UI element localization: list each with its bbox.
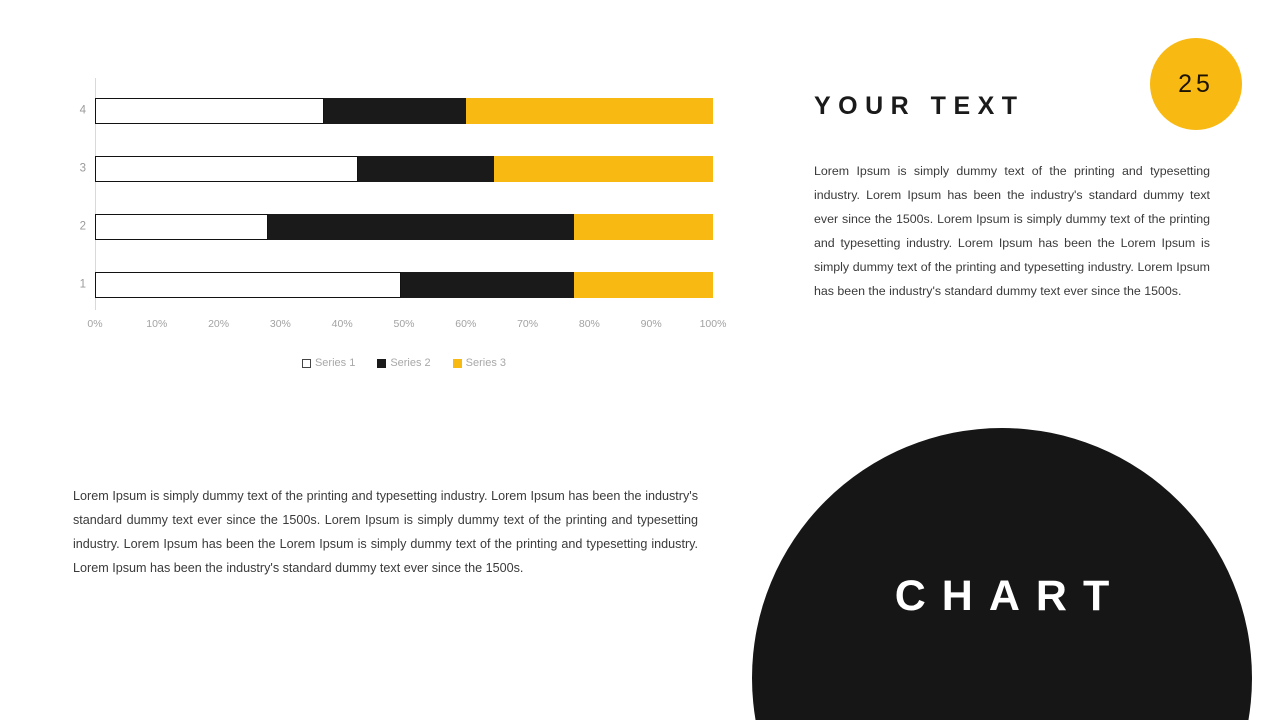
legend-item-series-3[interactable]: Series 3 xyxy=(452,357,507,369)
y-tick-label: 2 xyxy=(79,220,86,233)
chart-x-axis: 0% 10% 20% 30% 40% 50% 60% 70% 80% 90% 1… xyxy=(87,318,726,336)
x-tick-label: 0% xyxy=(87,318,103,330)
chart-circle-label: CHART xyxy=(894,572,1126,620)
bar-segment-series-1[interactable] xyxy=(95,272,401,298)
legend-swatch-icon xyxy=(377,358,387,368)
x-tick-label: 100% xyxy=(699,318,727,330)
slide-canvas: 4 3 2 1 0% 10% 20% 30% 40% 50% 60% 70% 8… xyxy=(0,0,1280,720)
legend-label: Series 2 xyxy=(390,357,431,369)
x-tick-label: 60% xyxy=(455,318,477,330)
page-title: YOUR TEXT xyxy=(814,92,1025,120)
bar-segment-series-2[interactable] xyxy=(357,156,494,182)
x-tick-label: 70% xyxy=(517,318,539,330)
x-tick-label: 20% xyxy=(208,318,230,330)
legend-item-series-1[interactable]: Series 1 xyxy=(301,357,356,369)
x-tick-label: 30% xyxy=(269,318,291,330)
page-number-value: 25 xyxy=(1178,69,1214,98)
bar-segment-series-1[interactable] xyxy=(95,214,269,240)
legend-swatch-icon xyxy=(301,358,311,368)
x-tick-label: 90% xyxy=(640,318,662,330)
right-body-paragraph: Lorem Ipsum is simply dummy text of the … xyxy=(814,164,1210,298)
bar-segment-series-1[interactable] xyxy=(95,156,358,182)
legend-item-series-2[interactable]: Series 2 xyxy=(377,357,431,369)
legend-label: Series 3 xyxy=(465,357,507,369)
table-row: 4 xyxy=(80,98,713,124)
bar-segment-series-3[interactable] xyxy=(573,272,713,298)
page-number-badge: 25 xyxy=(1150,38,1242,130)
bar-segment-series-2[interactable] xyxy=(323,98,466,124)
bar-segment-series-3[interactable] xyxy=(573,214,713,240)
chart-container: 4 3 2 1 0% 10% 20% 30% 40% 50% 60% 70% 8… xyxy=(64,78,754,388)
y-tick-label: 1 xyxy=(79,278,86,291)
legend-label: Series 1 xyxy=(314,357,356,369)
x-tick-label: 40% xyxy=(331,318,353,330)
legend-swatch-icon xyxy=(452,358,462,368)
x-tick-label: 50% xyxy=(393,318,415,330)
x-tick-label: 80% xyxy=(578,318,600,330)
x-tick-label: 10% xyxy=(146,318,168,330)
chart-plot-area: 4 3 2 1 xyxy=(80,78,713,310)
y-tick-label: 3 xyxy=(79,162,86,175)
bar-segment-series-2[interactable] xyxy=(268,214,574,240)
bottom-body-paragraph: Lorem Ipsum is simply dummy text of the … xyxy=(73,489,698,575)
y-tick-label: 4 xyxy=(79,104,86,117)
table-row: 2 xyxy=(80,214,713,240)
table-row: 3 xyxy=(80,156,713,182)
bar-segment-series-2[interactable] xyxy=(400,272,574,298)
bar-segment-series-3[interactable] xyxy=(465,98,713,124)
bar-segment-series-1[interactable] xyxy=(95,98,324,124)
table-row: 1 xyxy=(80,272,713,298)
chart-legend: Series 1 Series 2 Series 3 xyxy=(95,357,713,369)
bar-segment-series-3[interactable] xyxy=(493,156,713,182)
